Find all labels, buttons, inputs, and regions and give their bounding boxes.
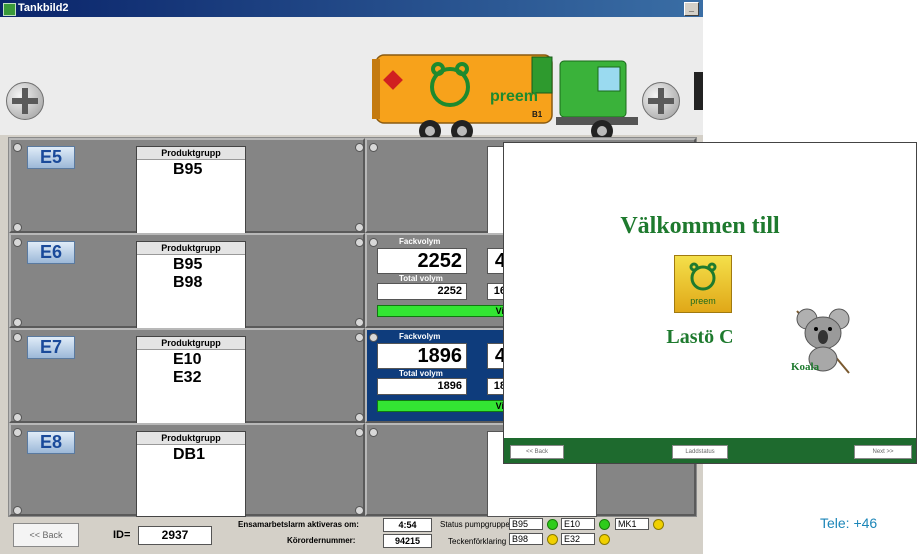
overlay-back-button[interactable]: << Back (510, 445, 564, 459)
preem-logo: preem (674, 255, 732, 313)
koala-label: Koala (791, 361, 820, 373)
compartment-label: E5 (27, 146, 75, 169)
product-group-box: Produktgrupp DB1 (136, 431, 246, 517)
alarm-value: 4:54 (383, 518, 432, 532)
overlay-footer: << Back Laddstatus Next >> (504, 438, 916, 463)
status-e32: E32 (561, 533, 595, 545)
id-value: 2937 (138, 526, 212, 545)
back-button[interactable]: << Back (13, 523, 79, 547)
status-e32-indicator (599, 534, 610, 545)
fill-bar: Vi (377, 400, 507, 412)
compartment-label: E7 (27, 336, 75, 359)
sign-label: Teckenförklaring (448, 537, 507, 546)
fack-value: 2252 (417, 250, 463, 272)
title-bar: Tankbild2 _ (0, 0, 703, 17)
compartment-label: E8 (27, 431, 75, 454)
product-value: B95 (173, 256, 203, 273)
edge-block (694, 72, 703, 110)
status-b98: B98 (509, 533, 543, 545)
app-icon (3, 3, 16, 16)
pump-status-label: Status pumpgrupper (440, 520, 513, 529)
total-value: 1896 (437, 380, 462, 392)
product-value: E10 (173, 351, 202, 368)
fack-label: Fackvolym (399, 332, 441, 341)
product-group-box: Produktgrupp B95 (136, 146, 246, 236)
left-nav-icon[interactable] (6, 82, 44, 120)
compartment-e7[interactable]: E7 Produktgrupp E10 E32 (9, 328, 365, 426)
fack-value: 1896 (417, 345, 463, 367)
welcome-text: Välkommen till (620, 213, 780, 239)
product-group-box: Produktgrupp B95 B98 (136, 241, 246, 331)
order-label: Körordernummer: (287, 536, 356, 545)
phone-text: Tele: +46 (820, 515, 878, 531)
status-bar: << Back ID= 2937 Ensamarbetslarm aktiver… (0, 518, 703, 554)
product-value: DB1 (173, 446, 206, 463)
compartment-e5[interactable]: E5 Produktgrupp B95 (9, 138, 365, 236)
product-value: E32 (173, 369, 202, 386)
status-b95-indicator (547, 519, 558, 530)
status-b95: B95 (509, 518, 543, 530)
tank-truck-image: B1 preem (372, 54, 638, 142)
order-value: 94215 (383, 534, 432, 548)
status-e10-indicator (599, 519, 610, 530)
status-e10: E10 (561, 518, 595, 530)
truck-brand: preem (490, 88, 538, 105)
truck-header: B1 preem (0, 17, 703, 142)
compartment-label: E6 (27, 241, 75, 264)
status-mk1-indicator (653, 519, 664, 530)
fack-label: Fackvolym (399, 237, 441, 246)
welcome-overlay: Välkommen till preem Lastö C Koala << Ba… (503, 142, 917, 464)
overlay-next-button[interactable]: Next >> (854, 445, 912, 459)
alarm-label: Ensamarbetslarm aktiveras om: (238, 520, 359, 529)
status-mk1: MK1 (615, 518, 649, 530)
product-value: B95 (173, 161, 203, 178)
truck-compartment-label: B1 (532, 110, 543, 119)
product-group-box: Produktgrupp E10 E32 (136, 336, 246, 426)
window-title: Tankbild2 (18, 2, 69, 14)
compartment-e8[interactable]: E8 Produktgrupp DB1 (9, 423, 365, 517)
fill-bar: Vi (377, 305, 507, 317)
compartment-e6[interactable]: E6 Produktgrupp B95 B98 (9, 233, 365, 331)
status-b98-indicator (547, 534, 558, 545)
total-label: Total volym (399, 274, 443, 283)
minimize-button[interactable]: _ (684, 2, 699, 16)
load-status-button[interactable]: Laddstatus (672, 445, 728, 459)
total-value: 2252 (437, 285, 462, 297)
total-label: Total volym (399, 369, 443, 378)
product-value: B98 (173, 274, 203, 291)
id-label: ID= (113, 529, 131, 541)
